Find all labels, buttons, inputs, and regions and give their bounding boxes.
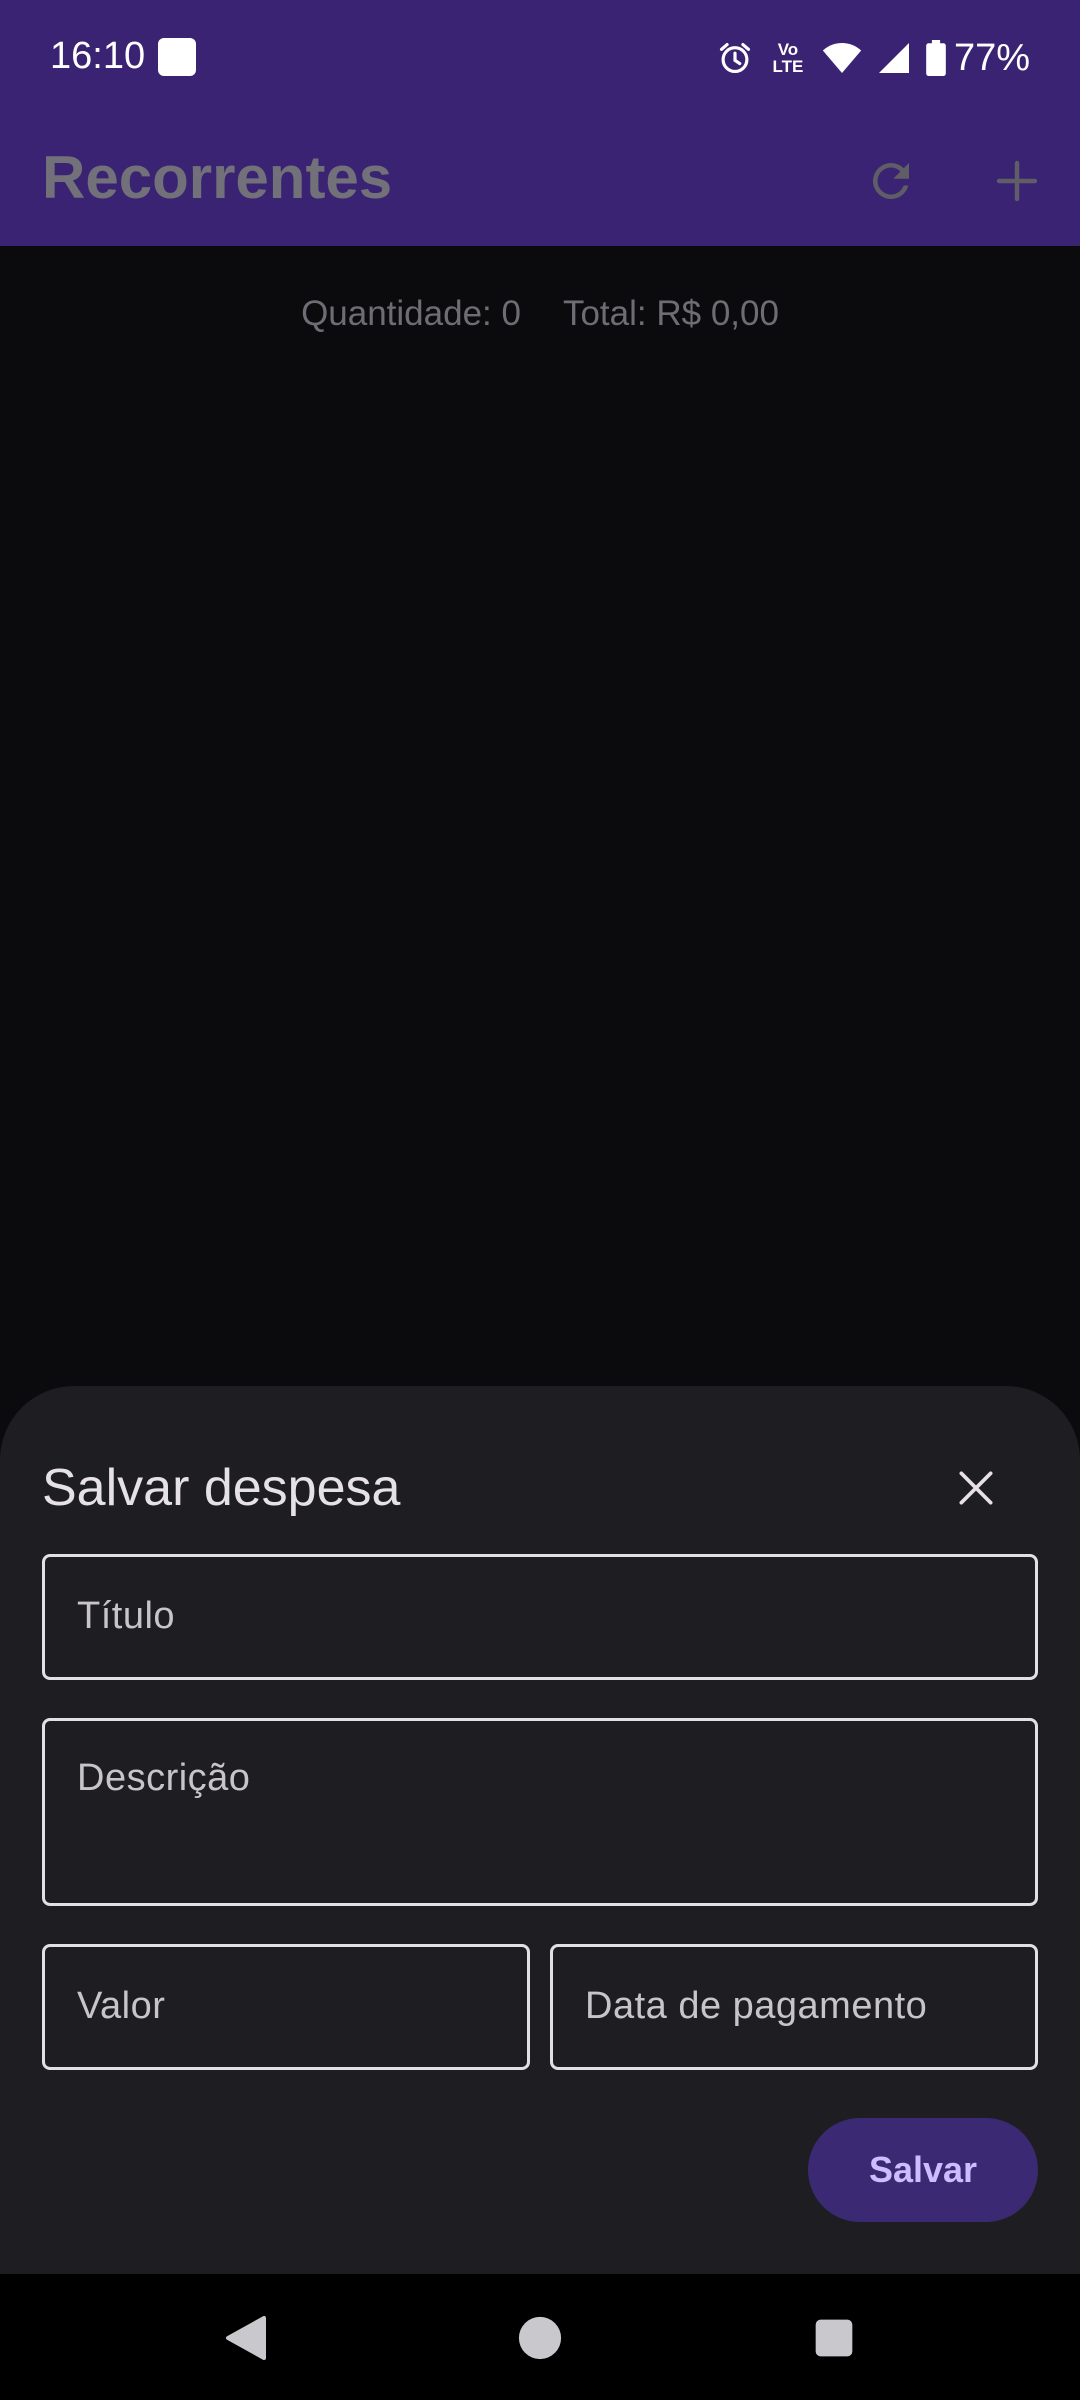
close-icon: [959, 1471, 993, 1505]
screen: 16:10 Vo LTE 77% Recorrentes Quantidade:…: [0, 0, 1080, 2400]
notification-icon: [158, 38, 196, 76]
quantity-label: Quantidade: 0: [301, 294, 521, 333]
save-button[interactable]: Salvar: [808, 2118, 1038, 2222]
recent-apps-button[interactable]: [794, 2298, 874, 2378]
back-button[interactable]: [206, 2298, 286, 2378]
recent-square-icon: [815, 2319, 853, 2357]
payment-date-field[interactable]: Data de pagamento: [550, 1944, 1038, 2070]
refresh-button[interactable]: [851, 141, 931, 221]
status-icons: Vo LTE 77%: [716, 30, 1030, 86]
home-button[interactable]: [500, 2298, 580, 2378]
volte-top-label: Vo: [777, 40, 799, 59]
signal-icon: [878, 43, 909, 73]
title-field[interactable]: Título: [42, 1554, 1038, 1680]
app-bar: Recorrentes: [0, 116, 1080, 246]
battery-percent: 77%: [953, 37, 1030, 79]
close-button[interactable]: [936, 1448, 1016, 1528]
status-time: 16:10: [50, 35, 146, 77]
sheet-title: Salvar despesa: [42, 1459, 401, 1517]
navigation-bar: [0, 2274, 1080, 2400]
volte-bottom-label: LTE: [772, 57, 804, 76]
payment-date-placeholder: Data de pagamento: [585, 1985, 928, 2027]
plus-icon: [996, 160, 1038, 202]
value-field[interactable]: Valor: [42, 1944, 530, 2070]
home-circle-icon: [518, 2316, 562, 2360]
title-placeholder: Título: [77, 1595, 176, 1637]
summary: Quantidade: 0 Total: R$ 0,00: [0, 292, 1080, 336]
add-button[interactable]: [977, 141, 1057, 221]
page-title: Recorrentes: [42, 144, 393, 211]
battery-icon: [926, 40, 946, 76]
refresh-icon: [872, 163, 909, 199]
alarm-icon: [719, 42, 750, 74]
status-bar: 16:10 Vo LTE 77%: [0, 0, 1080, 116]
description-placeholder: Descrição: [77, 1757, 251, 1799]
volte-icon: Vo LTE: [768, 41, 808, 75]
value-placeholder: Valor: [77, 1985, 166, 2027]
total-label: Total: R$ 0,00: [562, 294, 779, 333]
description-field[interactable]: Descrição: [42, 1718, 1038, 1906]
wifi-icon: [822, 43, 862, 73]
save-expense-sheet: Salvar despesa Título Descrição Valor Da…: [0, 1386, 1080, 2274]
back-triangle-icon: [226, 2316, 266, 2360]
